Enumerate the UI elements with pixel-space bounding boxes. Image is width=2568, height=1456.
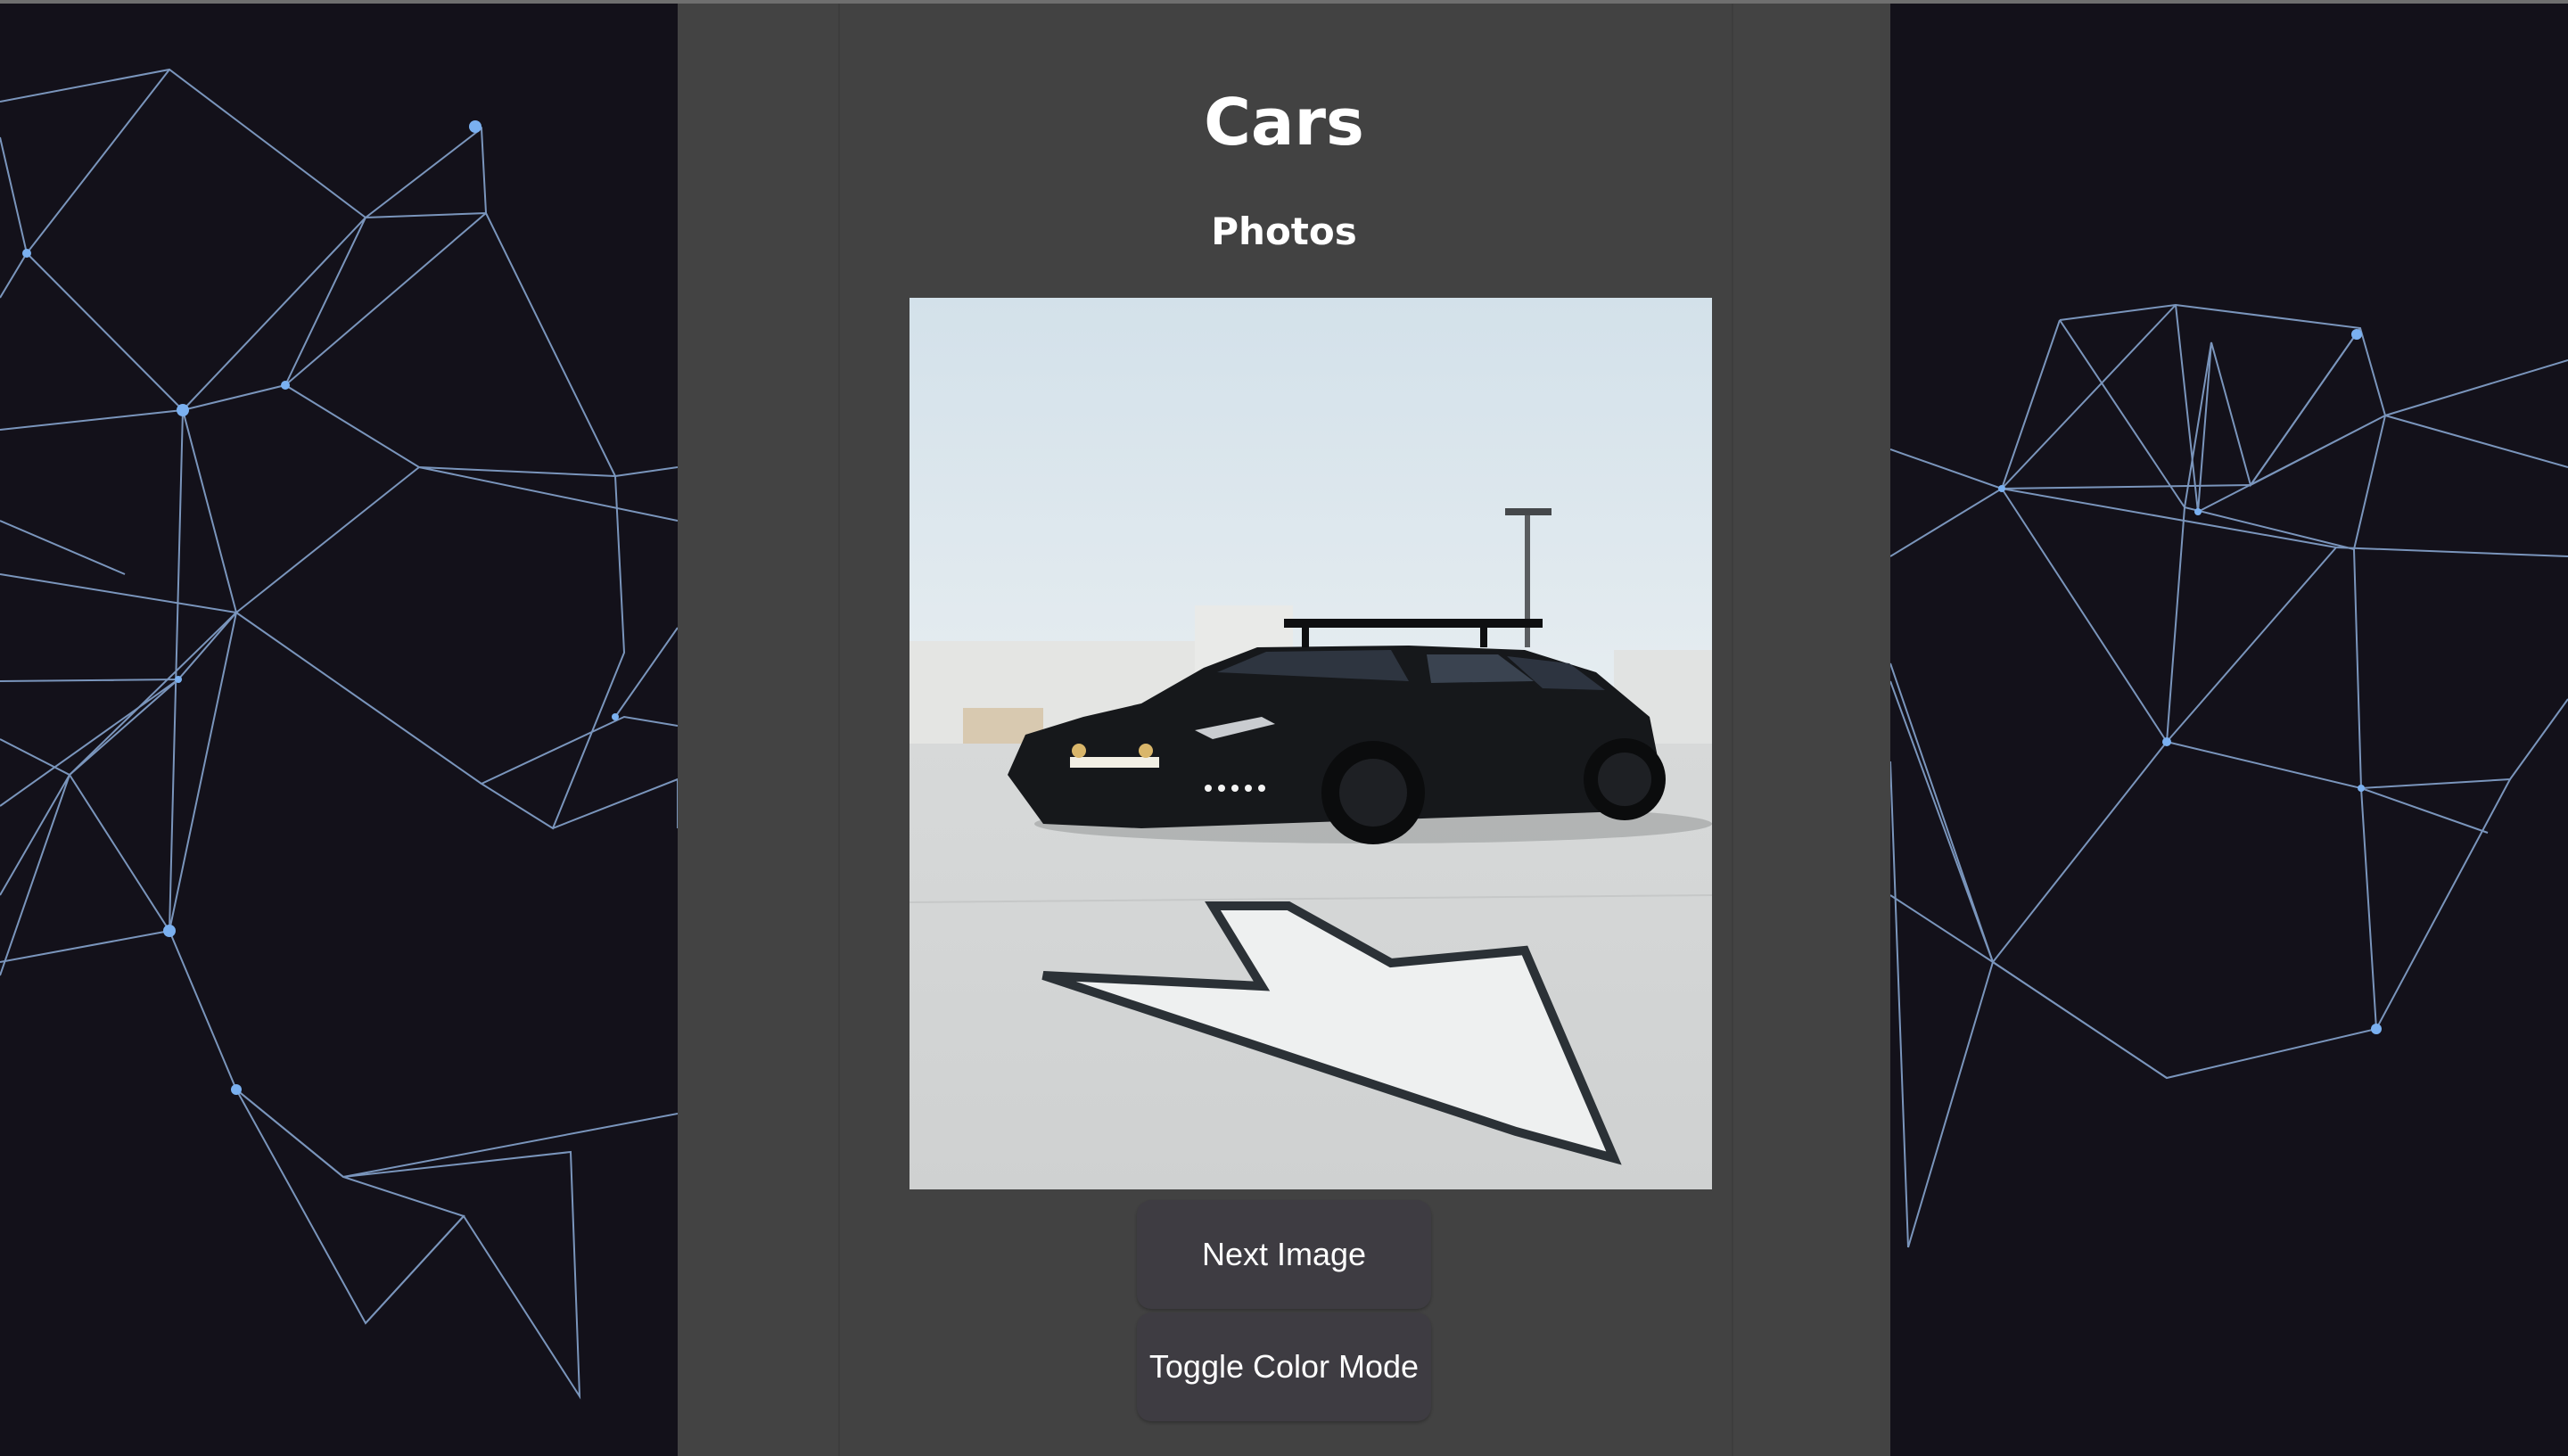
toggle-color-mode-button[interactable]: Toggle Color Mode (1137, 1312, 1431, 1421)
content-panel: Cars Photos Next Image Toggle Color Mode (678, 4, 1890, 1456)
section-subtitle: Photos (1211, 210, 1357, 253)
page-title: Cars (1204, 85, 1364, 160)
network-background-left (0, 68, 678, 1400)
next-image-button[interactable]: Next Image (1137, 1200, 1431, 1309)
car-photo (910, 298, 1712, 1189)
network-background-right (1890, 303, 2568, 1248)
